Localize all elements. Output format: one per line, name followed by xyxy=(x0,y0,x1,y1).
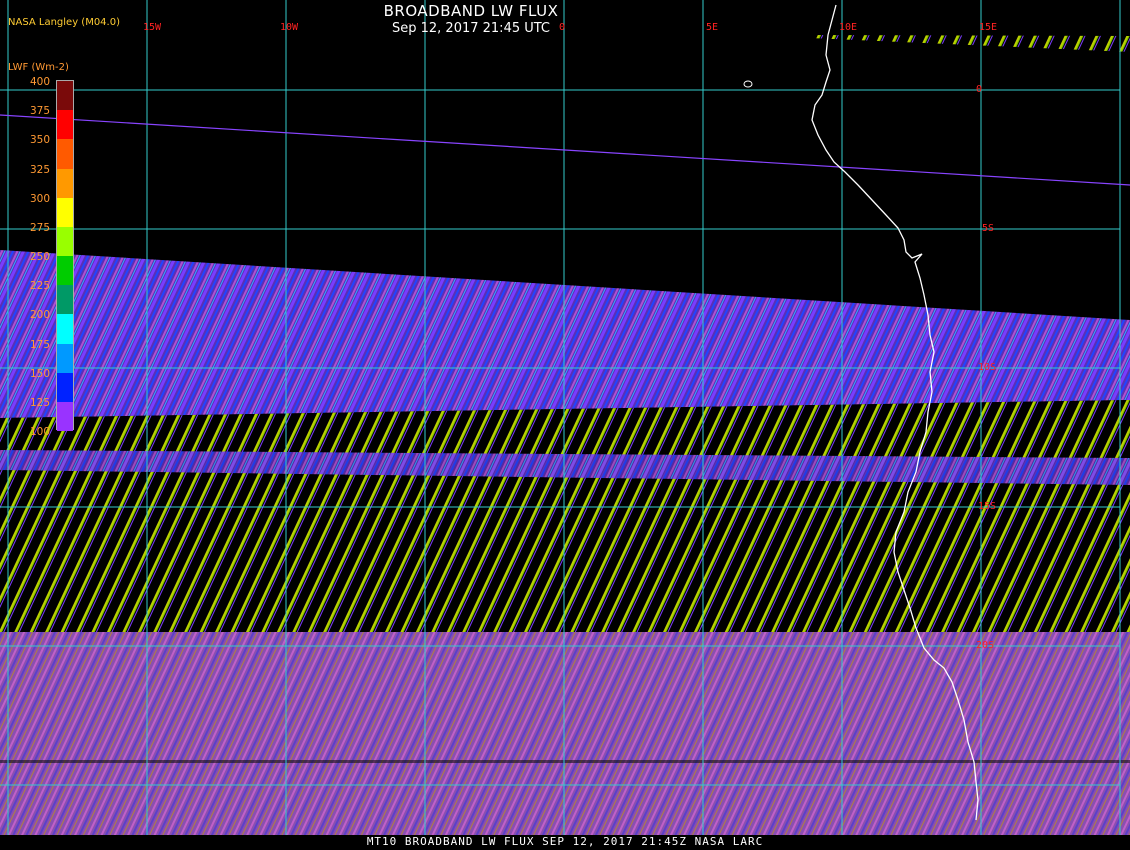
source-label: NASA Langley (M04.0) xyxy=(8,17,120,28)
swath-band-upper xyxy=(0,250,1130,418)
legend-tick-label: 325 xyxy=(30,163,51,176)
no-data-patch xyxy=(0,760,1130,763)
legend-tick-label: 400 xyxy=(30,76,51,88)
legend-tick-label: 200 xyxy=(30,309,51,322)
legend-swatch xyxy=(57,372,73,403)
legend-swatch xyxy=(57,197,73,228)
legend-swatch xyxy=(57,401,73,432)
swath-band-yellow xyxy=(0,400,1130,640)
legend-swatch xyxy=(57,226,73,257)
lat-label-5s: 5S xyxy=(982,223,995,234)
legend-tick-label: 275 xyxy=(30,221,51,234)
legend-swatch xyxy=(57,314,73,344)
legend-tick-label: 125 xyxy=(30,396,51,409)
island-outline xyxy=(743,80,753,88)
swath-band-lower xyxy=(0,632,1130,835)
lon-label-10w: 10W xyxy=(279,22,299,33)
legend-swatch xyxy=(57,285,73,315)
lon-label-0: 0 xyxy=(558,22,566,33)
units-label: LWF (Wm-2) xyxy=(8,62,69,73)
legend-swatch xyxy=(57,168,73,199)
color-legend-bar xyxy=(56,80,74,432)
legend-tick-label: 100 xyxy=(30,426,51,438)
lat-label-10s: 10S xyxy=(978,362,997,373)
legend-tick-label: 225 xyxy=(30,280,51,293)
lat-label-15s: 15S xyxy=(978,501,997,512)
legend-tick-label: 350 xyxy=(30,134,51,147)
legend-tick-label: 175 xyxy=(30,338,51,351)
legend-swatch xyxy=(57,139,73,169)
legend-swatch xyxy=(57,256,73,286)
legend-swatch xyxy=(57,343,73,374)
swath-band-top-strip xyxy=(810,35,1130,52)
lon-label-15e: 15E xyxy=(978,22,998,33)
flux-map xyxy=(0,0,1130,835)
legend-tick-label: 375 xyxy=(30,105,51,118)
satellite-track-line xyxy=(0,114,1130,186)
legend-tick-label: 250 xyxy=(30,251,51,263)
legend-swatch xyxy=(57,110,73,140)
lon-label-15w: 15W xyxy=(142,22,162,33)
lon-label-5e: 5E xyxy=(705,22,719,33)
map-title: BROADBAND LW FLUX xyxy=(383,2,559,20)
lat-label-0: 0 xyxy=(976,84,983,95)
legend-tick-label: 300 xyxy=(30,192,51,205)
legend-swatch xyxy=(57,81,73,111)
legend-tick-label: 150 xyxy=(30,367,51,380)
footer-caption: MT10 BROADBAND LW FLUX SEP 12, 2017 21:4… xyxy=(366,835,764,848)
lon-label-10e: 10E xyxy=(838,22,858,33)
lat-label-20s: 20S xyxy=(976,640,995,651)
